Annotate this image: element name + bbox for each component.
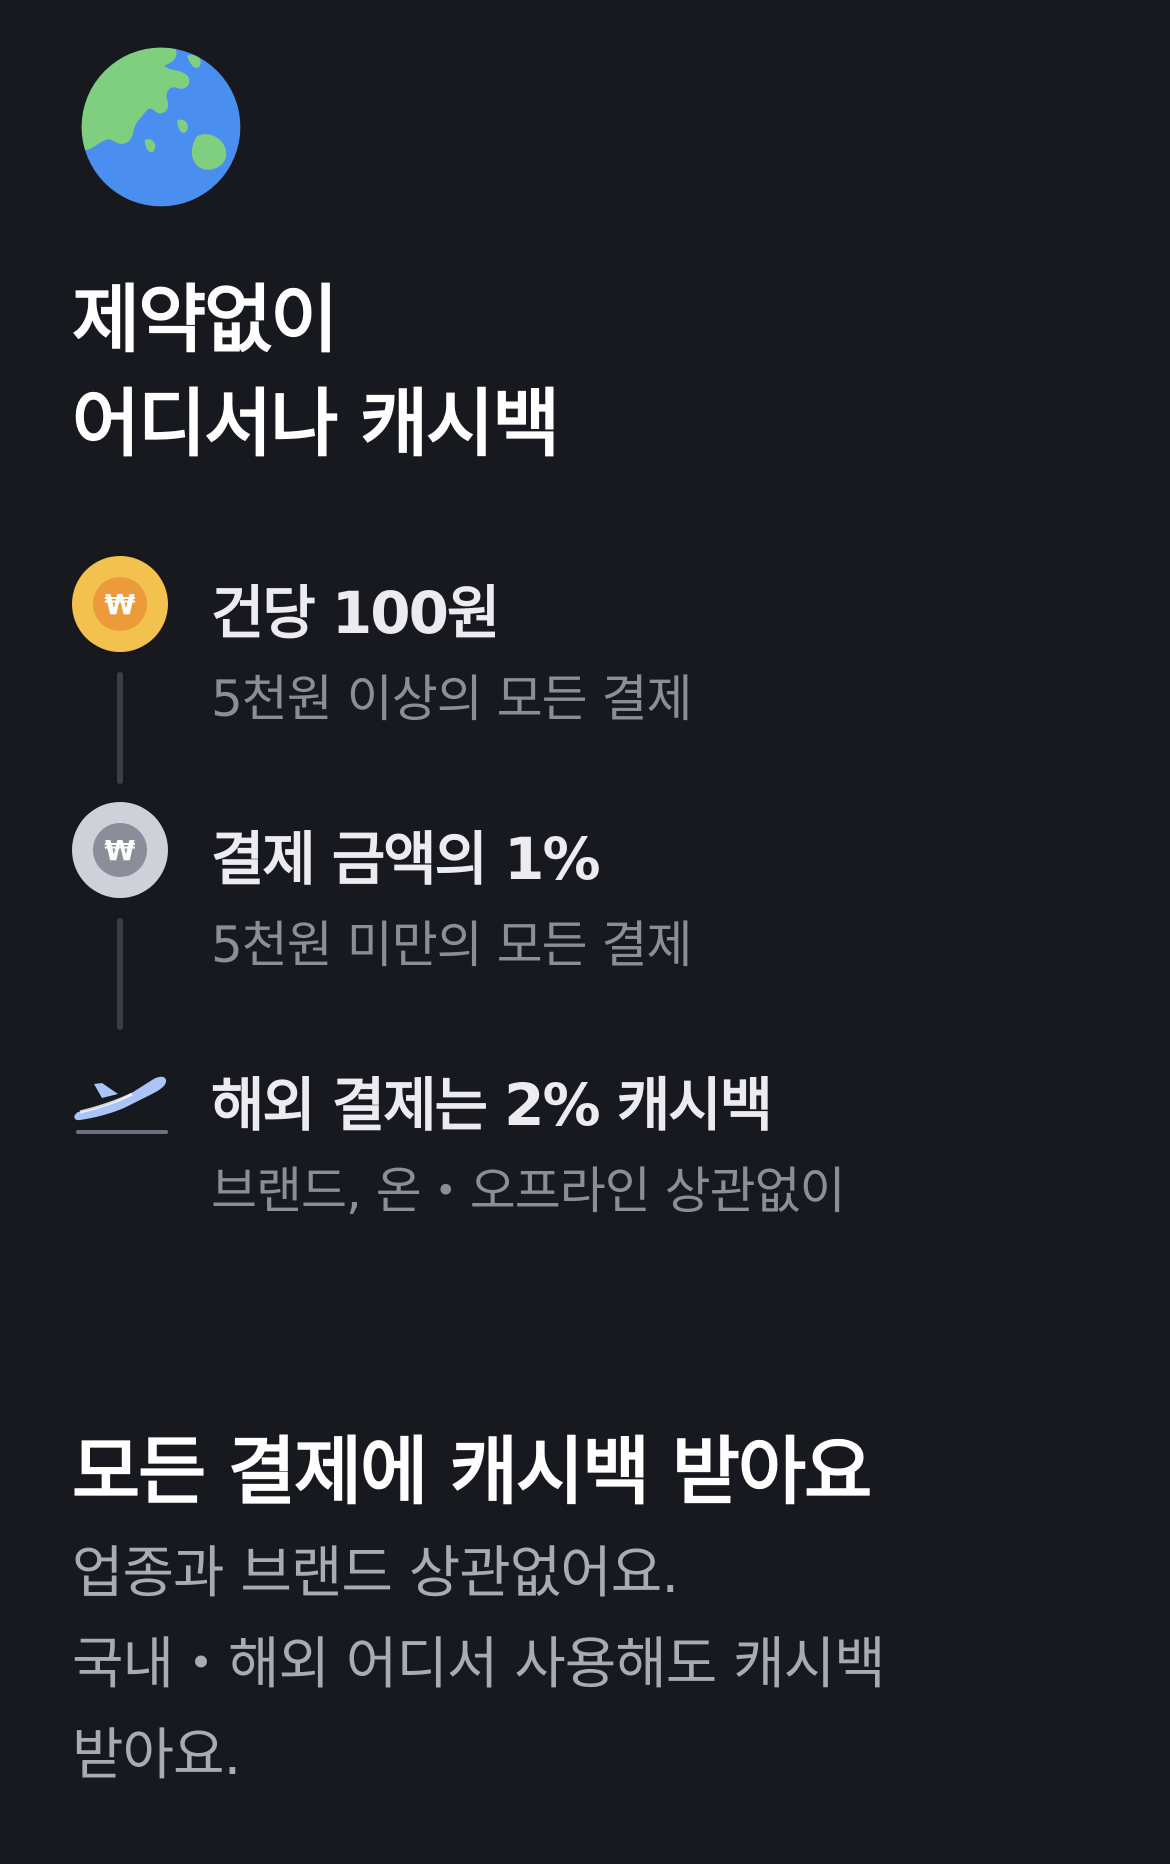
step-subtitle: 브랜드, 온・오프라인 상관없이 bbox=[211, 1162, 846, 1220]
headline-line-1: 제약없이 bbox=[72, 277, 338, 363]
step-subtitle: 5천원 이상의 모든 결제 bbox=[211, 670, 692, 728]
description-line-3: 받아요. bbox=[72, 1723, 241, 1788]
step-flat-fee: ₩ 건당 100원 5천원 이상의 모든 결제 bbox=[72, 556, 1092, 756]
step-overseas: 해외 결제는 2% 캐시백 브랜드, 온・오프라인 상관없이 bbox=[72, 1048, 1092, 1248]
step-title: 건당 100원 bbox=[211, 579, 500, 647]
step-title: 해외 결제는 2% 캐시백 bbox=[211, 1071, 773, 1139]
description-line-1: 업종과 브랜드 상관없어요. bbox=[72, 1541, 679, 1606]
headline-line-2: 어디서나 캐시백 bbox=[72, 381, 560, 467]
step-connector bbox=[117, 918, 123, 1030]
won-symbol: ₩ bbox=[93, 823, 147, 877]
step-title: 결제 금액의 1% bbox=[211, 825, 601, 893]
step-subtitle: 5천원 미만의 모든 결제 bbox=[211, 916, 692, 974]
won-symbol: ₩ bbox=[93, 577, 147, 631]
silver-won-coin-icon: ₩ bbox=[72, 802, 168, 898]
description-line-2: 국내・해외 어디서 사용해도 캐시백 bbox=[72, 1632, 886, 1697]
airplane-icon bbox=[74, 1076, 168, 1134]
step-percent-fee: ₩ 결제 금액의 1% 5천원 미만의 모든 결제 bbox=[72, 802, 1092, 1002]
section-title: 모든 결제에 캐시백 받아요 bbox=[72, 1429, 872, 1515]
headline: 제약없이 어디서나 캐시백 bbox=[72, 268, 560, 476]
globe-icon bbox=[81, 47, 241, 207]
gold-won-coin-icon: ₩ bbox=[72, 556, 168, 652]
section-description: 업종과 브랜드 상관없어요. 국내・해외 어디서 사용해도 캐시백 받아요. bbox=[72, 1528, 886, 1801]
step-connector bbox=[117, 672, 123, 784]
